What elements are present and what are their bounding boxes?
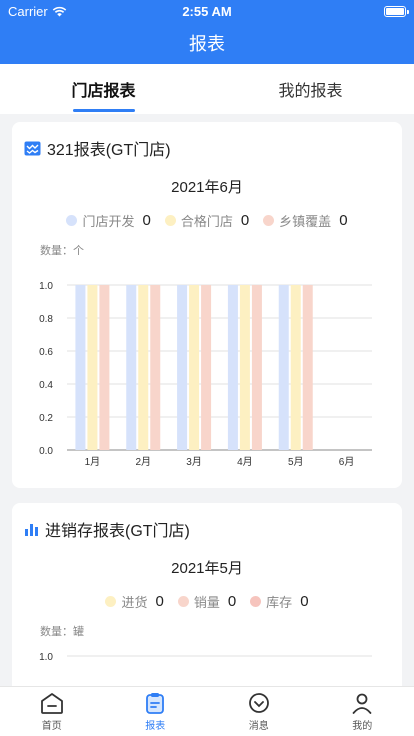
chart-box-icon — [24, 141, 41, 155]
bar — [126, 285, 137, 450]
message-icon — [248, 693, 269, 713]
legend-dot — [263, 215, 275, 226]
bar — [290, 285, 301, 450]
legend-value: 0 — [155, 593, 164, 610]
unit-label: 数量：个 — [40, 245, 84, 257]
card-header: 进销存报表(GT门店) — [12, 503, 402, 543]
report-tabs: 门店报表 我的报表 — [0, 64, 414, 114]
x-tick-label: 4月 — [237, 456, 253, 468]
tabbar-label: 报表 — [145, 721, 166, 732]
legend-dot — [250, 596, 262, 607]
bar-chart-icon — [25, 524, 38, 536]
y-tick-label: 1.0 — [39, 281, 53, 292]
tabbar-label: 我的 — [352, 721, 373, 732]
report-card-321: 321报表(GT门店) 2021年6月 门店开发 0 合格门店 0 乡镇覆盖 0… — [12, 122, 402, 488]
legend-value: 0 — [300, 593, 309, 610]
x-tick-label: 5月 — [288, 456, 304, 468]
legend-item[interactable]: 库存 0 — [250, 592, 309, 611]
wifi-icon — [52, 6, 66, 16]
page-title: 报表 — [189, 34, 225, 54]
legend-label: 乡镇覆盖 — [279, 214, 332, 229]
legend-value: 0 — [240, 212, 250, 229]
legend-dot — [66, 215, 78, 226]
bar — [239, 285, 250, 450]
legend-dot — [105, 596, 117, 607]
tabbar-profile[interactable]: 我的 — [311, 687, 414, 736]
legend-label: 销量 — [193, 595, 220, 610]
carrier-label: Carrier — [8, 3, 48, 19]
report-icon — [146, 693, 165, 714]
legend-item[interactable]: 销量 0 — [177, 592, 237, 611]
y-tick-label: 0.6 — [39, 347, 53, 358]
legend-item[interactable]: 乡镇覆盖 0 — [263, 211, 348, 230]
legend-dot — [164, 215, 176, 226]
bottom-tab-bar: 首页 报表 消息 我的 — [0, 686, 414, 736]
bar — [138, 285, 149, 450]
card-title: 进销存报表(GT门店) — [45, 523, 190, 540]
battery-icon — [384, 5, 409, 17]
tab-label: 我的报表 — [278, 83, 343, 100]
tabbar-message[interactable]: 消息 — [207, 687, 311, 736]
bar-chart: 0.0 0.2 0.4 0.6 0.8 1.0 1月 2月 3月 4月 5月 6月 — [39, 281, 372, 468]
legend-dot — [177, 596, 189, 607]
bar — [278, 285, 289, 450]
legend-label: 合格门店 — [180, 214, 233, 229]
x-tick-label: 1月 — [85, 456, 101, 468]
legend-value: 0 — [339, 212, 348, 229]
legend-value: 0 — [227, 593, 237, 610]
status-bar: Carrier 2:55 AM — [0, 0, 414, 22]
legend-label: 进货 — [121, 595, 148, 610]
unit-label: 数量：罐 — [40, 626, 84, 638]
profile-icon — [352, 693, 372, 714]
bar — [201, 285, 212, 450]
tab-store-report[interactable]: 门店报表 — [0, 64, 207, 114]
report-month[interactable]: 2021年5月 — [12, 557, 402, 578]
tab-my-report[interactable]: 我的报表 — [207, 64, 414, 114]
bar — [251, 285, 262, 450]
legend-label: 门店开发 — [82, 214, 135, 229]
report-month[interactable]: 2021年6月 — [12, 176, 402, 197]
legend-item[interactable]: 合格门店 0 — [164, 211, 250, 230]
card-header: 321报表(GT门店) — [12, 122, 402, 162]
tab-label: 门店报表 — [71, 83, 136, 100]
bar — [87, 285, 98, 450]
bar — [227, 285, 238, 450]
legend-item[interactable]: 进货 0 — [105, 592, 164, 611]
x-tick-label: 3月 — [186, 456, 202, 468]
bar — [189, 285, 200, 450]
tabbar-report[interactable]: 报表 — [104, 687, 208, 736]
bar — [99, 285, 110, 450]
legend-item[interactable]: 门店开发 0 — [66, 211, 151, 230]
x-tick-label: 2月 — [135, 456, 151, 468]
y-tick-label: 0.2 — [39, 413, 53, 424]
y-tick-label: 0.4 — [39, 380, 53, 391]
report-card-inventory: 进销存报表(GT门店) 2021年5月 进货 0 销量 0 库存 0 数量：罐 … — [12, 503, 402, 693]
tabbar-label: 首页 — [41, 721, 62, 732]
nav-bar: 报表 — [0, 22, 414, 64]
tabbar-home[interactable]: 首页 — [0, 687, 104, 736]
y-tick-label: 0.0 — [39, 446, 53, 457]
x-tick-label: 6月 — [339, 456, 355, 468]
card-title: 321报表(GT门店) — [47, 142, 171, 159]
chart-legend: 门店开发 0 合格门店 0 乡镇覆盖 0 — [12, 211, 402, 230]
y-tick-label: 1.0 — [39, 652, 53, 663]
legend-value: 0 — [142, 212, 151, 229]
bar — [150, 285, 161, 450]
bar — [302, 285, 313, 450]
bar — [177, 285, 188, 450]
home-icon — [40, 693, 63, 714]
tabbar-label: 消息 — [248, 721, 269, 732]
legend-label: 库存 — [266, 595, 293, 610]
bar — [75, 285, 86, 450]
chart-legend: 进货 0 销量 0 库存 0 — [12, 592, 402, 611]
status-left: Carrier — [8, 4, 67, 19]
y-tick-label: 0.8 — [39, 314, 53, 325]
